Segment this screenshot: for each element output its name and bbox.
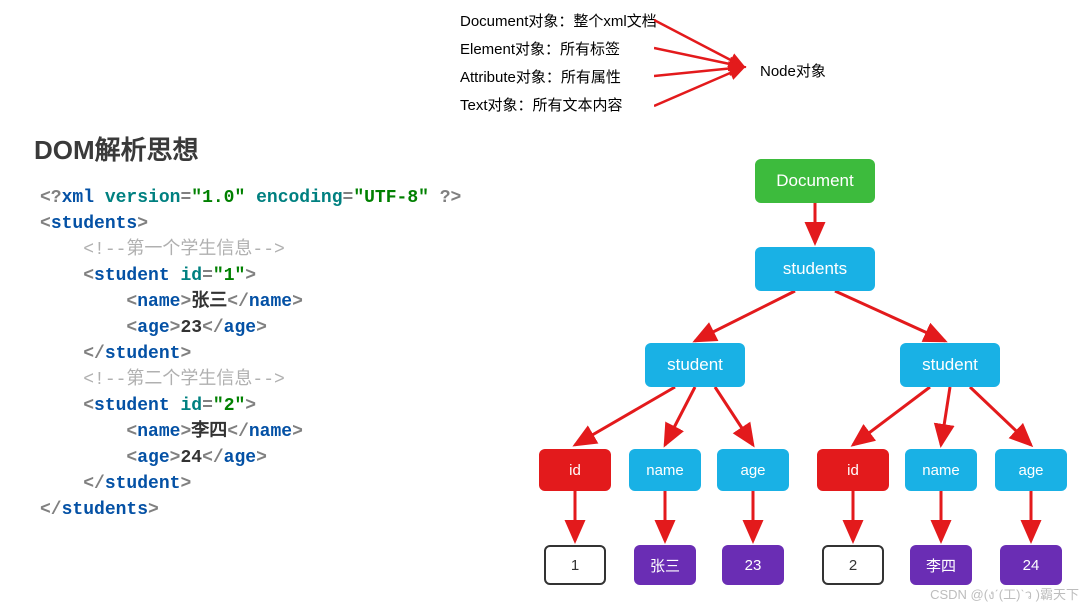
document-object-desc: 整个xml文档 — [573, 13, 656, 30]
leaf-id-2: 2 — [822, 545, 884, 585]
element-object-label: Element对象： — [460, 41, 560, 58]
attribute-object-label: Attribute对象： — [460, 69, 561, 86]
header-arrows — [654, 12, 764, 122]
attribute-object-desc: 所有属性 — [561, 69, 621, 86]
dom-tree: Document students student student id nam… — [515, 155, 1075, 595]
node-document: Document — [755, 159, 875, 203]
leaf-age-2: 24 — [1000, 545, 1062, 585]
leaf-name-2: 李四 — [910, 545, 972, 585]
node-name-2: name — [905, 449, 977, 491]
text-object-label: Text对象： — [460, 97, 533, 114]
node-id-2: id — [817, 449, 889, 491]
document-object-label: Document对象： — [460, 13, 573, 30]
watermark: CSDN @(งˊ(工)ˋว )霸天下 — [930, 584, 1079, 605]
node-name-1: name — [629, 449, 701, 491]
text-object-desc: 所有文本内容 — [533, 97, 623, 114]
node-student-1: student — [645, 343, 745, 387]
leaf-id-1: 1 — [544, 545, 606, 585]
node-age-1: age — [717, 449, 789, 491]
node-age-2: age — [995, 449, 1067, 491]
element-object-desc: 所有标签 — [560, 41, 620, 58]
xml-code-block: <?xml version="1.0" encoding="UTF-8" ?> … — [40, 185, 461, 523]
object-type-list: Document对象：整个xml文档 Element对象：所有标签 Attrib… — [460, 8, 657, 120]
leaf-name-1: 张三 — [634, 545, 696, 585]
node-student-2: student — [900, 343, 1000, 387]
leaf-age-1: 23 — [722, 545, 784, 585]
page-title: DOM解析思想 — [34, 130, 199, 167]
node-object-label: Node对象 — [760, 60, 826, 81]
node-id-1: id — [539, 449, 611, 491]
node-students: students — [755, 247, 875, 291]
